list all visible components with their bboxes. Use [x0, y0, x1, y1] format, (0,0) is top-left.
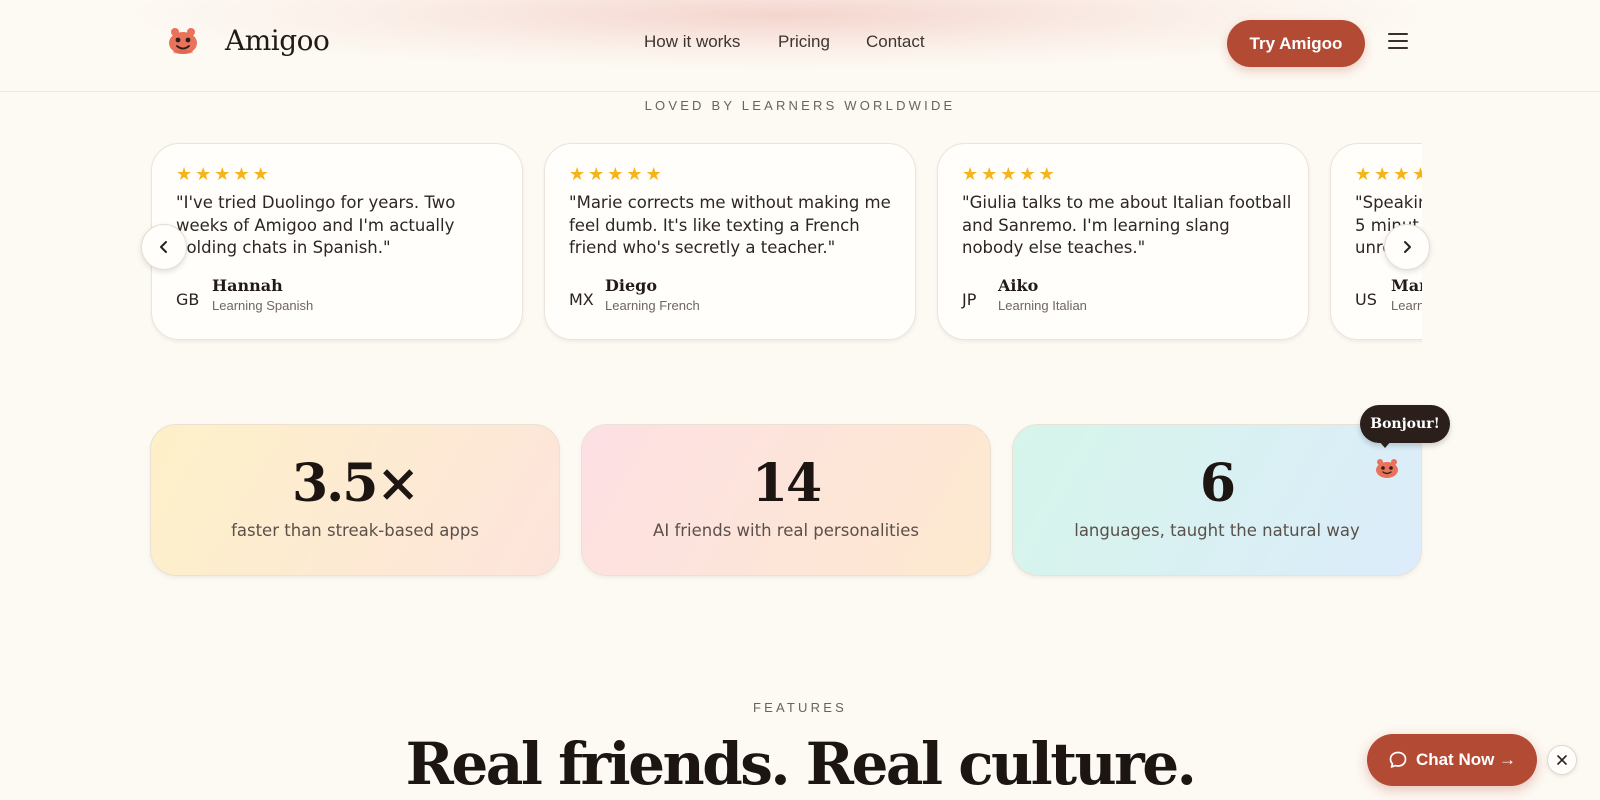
close-icon [1557, 755, 1567, 765]
stat-value: 3.5× [291, 453, 420, 514]
star-icon: ★ [1355, 164, 1372, 185]
stat-card-languages: 6 languages, taught the natural way [1012, 424, 1422, 576]
chat-now-button[interactable]: Chat Now → [1367, 734, 1537, 786]
features-eyebrow: FEATURES [753, 700, 847, 715]
bubble-tail [1378, 440, 1392, 448]
stat-card-speed: 3.5× faster than streak-based apps [150, 424, 560, 576]
stat-value: 14 [751, 453, 822, 514]
star-icon: ★ [195, 164, 212, 185]
star-icon: ★ [1000, 164, 1017, 185]
star-icon: ★ [1393, 164, 1410, 185]
star-icon: ★ [214, 164, 231, 185]
rating-stars: ★★★★★ [176, 166, 269, 184]
star-icon: ★ [607, 164, 624, 185]
mascot-icon [169, 28, 197, 54]
star-icon: ★ [1374, 164, 1391, 185]
mascot-icon [1376, 459, 1398, 478]
carousel-next-button[interactable] [1384, 224, 1430, 270]
chat-now-label: Chat Now → [1415, 750, 1517, 769]
chevron-left-icon [160, 241, 167, 253]
country-code: MX [569, 290, 594, 309]
stat-label: languages, taught the natural way [1074, 521, 1360, 540]
star-icon: ★ [1038, 164, 1055, 185]
nav-contact[interactable]: Contact [866, 32, 925, 52]
nav-pricing[interactable]: Pricing [778, 32, 830, 52]
rating-stars: ★★★★★ [569, 166, 662, 184]
rating-stars: ★★★★★ [962, 166, 1055, 184]
star-icon: ★ [176, 164, 193, 185]
testimonial-card: ★ ★ ★ ★ ★ "Giulia talks to me about Italian … [937, 143, 1309, 340]
star-icon: ★ [588, 164, 605, 185]
star-icon: ★ [1019, 164, 1036, 185]
testimonial-card: ★ ★ ★ ★ ★ "Marie corrects me without making … [544, 143, 916, 340]
testimonial-carousel: ★ ★ ★ ★ ★ "I've tried Duolingo for years. Tw… [150, 142, 1422, 344]
country-code: GB [176, 290, 200, 309]
star-icon: ★ [569, 164, 586, 185]
star-icon: ★ [233, 164, 250, 185]
hamburger-icon[interactable] [1388, 33, 1408, 51]
reviewer-name: Aiko [998, 276, 1039, 295]
testimonial-quote: "I've tried Duolingo for years. Two week… [176, 193, 456, 257]
carousel-prev-button[interactable] [141, 224, 187, 270]
star-icon: ★ [962, 164, 979, 185]
reviewer-subtitle: Learning Italian [998, 298, 1087, 313]
reviewer-subtitle: Learning French [605, 298, 700, 313]
star-icon: ★ [626, 164, 643, 185]
reviewer-name: Hannah [212, 276, 283, 295]
star-icon: ★ [1412, 164, 1422, 185]
reviewer-name: Diego [605, 276, 657, 295]
testimonials-eyebrow: LOVED BY LEARNERS WORLDWIDE [644, 98, 956, 113]
country-code: US [1355, 290, 1377, 309]
chat-bubble-icon [1389, 751, 1407, 768]
nav-how-it-works[interactable]: How it works [644, 32, 740, 52]
site-header: Amigoo How it works Pricing Contact Try … [0, 0, 1600, 92]
stat-value: 6 [1199, 453, 1236, 514]
testimonial-quote: "Marie corrects me without making me fee… [569, 193, 891, 257]
try-amigoo-button[interactable]: Try Amigoo [1227, 20, 1365, 67]
rating-stars: ★★★★★ [1355, 166, 1422, 184]
reviewer-name: Marc [1391, 276, 1422, 295]
chevron-right-icon [1404, 241, 1411, 253]
stat-label: faster than streak-based apps [231, 521, 479, 540]
reviewer-subtitle: Learning Spanish [212, 298, 314, 313]
star-icon: ★ [981, 164, 998, 185]
star-icon: ★ [252, 164, 269, 185]
testimonial-card: ★ ★ ★ ★ ★ "I've tried Duolingo for years. Tw… [151, 143, 523, 340]
star-icon: ★ [645, 164, 662, 185]
stat-card-friends: 14 AI friends with real personalities [581, 424, 991, 576]
stat-label: AI friends with real personalities [653, 521, 919, 540]
greeting-bubble: Bonjour! [1360, 405, 1450, 443]
testimonial-quote: "Giulia talks to me about Italian footba… [962, 193, 1292, 257]
close-chat-button[interactable] [1547, 745, 1577, 775]
country-code: JP [962, 290, 977, 309]
brand-name: Amigoo [225, 24, 330, 57]
features-title: Real friends. Real culture. [405, 730, 1197, 798]
reviewer-subtitle: Learni [1391, 298, 1422, 313]
